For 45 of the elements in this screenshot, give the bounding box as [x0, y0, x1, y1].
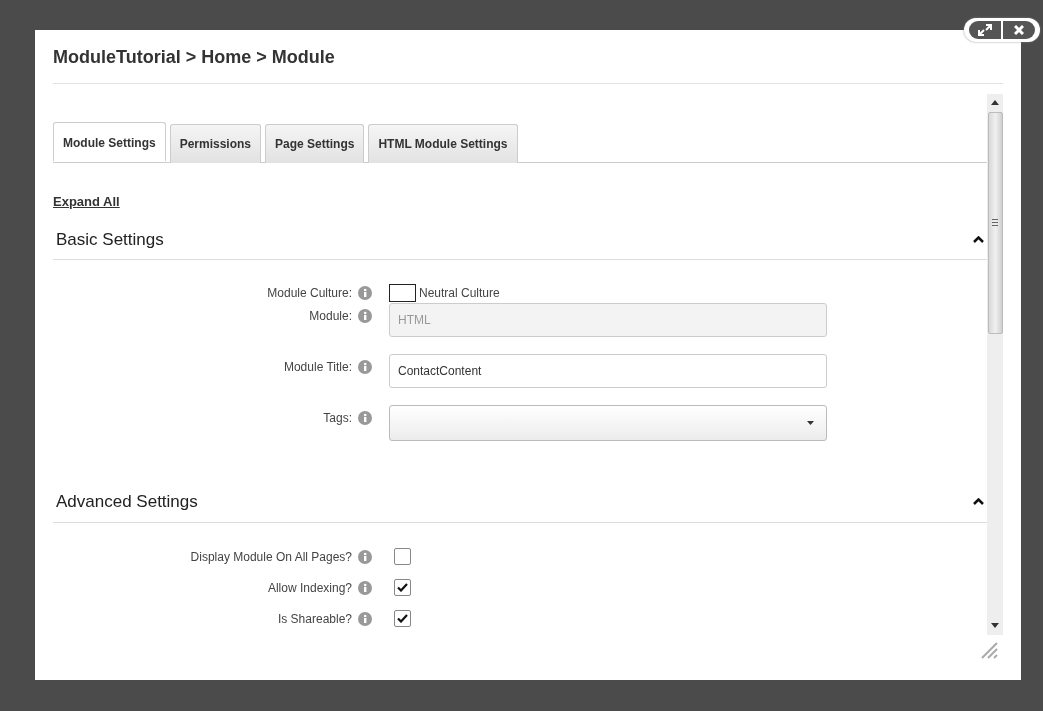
close-icon [1014, 25, 1024, 35]
chevron-icon[interactable] [973, 235, 984, 243]
checkbox[interactable] [394, 610, 411, 628]
section-title: Advanced Settings [56, 491, 198, 514]
maximize-button[interactable] [969, 21, 1001, 39]
tab[interactable]: Permissions [169, 123, 262, 163]
culture-value: Neutral Culture [419, 285, 500, 303]
checkbox[interactable] [394, 579, 411, 597]
tags-dropdown[interactable] [389, 405, 827, 442]
checkbox[interactable] [394, 548, 411, 566]
culture-flag-box[interactable] [389, 284, 416, 303]
field-label: Is Shareable? [276, 610, 352, 628]
close-button[interactable] [1003, 21, 1035, 39]
section-header[interactable]: Basic Settings [53, 220, 987, 261]
field-label: Module: [308, 308, 352, 326]
tab[interactable]: Module Settings [53, 121, 166, 161]
expand-icon [978, 24, 992, 36]
expand-all-link[interactable]: Expand All [53, 191, 120, 212]
caret-icon [807, 421, 814, 426]
checkmark-icon [397, 614, 408, 624]
scroll-thumb[interactable] [987, 111, 1003, 334]
dialog-title: ModuleTutorial > Home > Module [53, 44, 1003, 84]
scroll-up-icon[interactable] [991, 100, 999, 106]
input-field[interactable]: ContactContent [389, 354, 827, 389]
field-label: Allow Indexing? [266, 579, 352, 597]
tab[interactable]: HTML Module Settings [368, 123, 518, 163]
scrollbar[interactable] [987, 93, 1003, 635]
field-label: Tags: [322, 410, 352, 428]
tab[interactable]: Page Settings [265, 123, 365, 163]
info-icon[interactable] [358, 611, 372, 626]
chevron-icon[interactable] [973, 498, 984, 506]
field-label: Module Title: [282, 359, 352, 377]
info-icon[interactable] [358, 549, 372, 564]
field-label: Module Culture: [266, 285, 352, 303]
info-icon[interactable] [358, 580, 372, 595]
info-icon[interactable] [358, 309, 372, 324]
field-label: Display Module On All Pages? [189, 548, 352, 566]
section-title: Basic Settings [56, 228, 164, 251]
scroll-down-icon[interactable] [991, 623, 999, 629]
info-icon[interactable] [358, 360, 372, 375]
section-header[interactable]: Advanced Settings [53, 483, 987, 523]
info-icon[interactable] [358, 411, 372, 426]
resize-grip-icon[interactable] [980, 641, 1000, 659]
checkmark-icon [397, 583, 408, 593]
info-icon[interactable] [358, 286, 372, 301]
